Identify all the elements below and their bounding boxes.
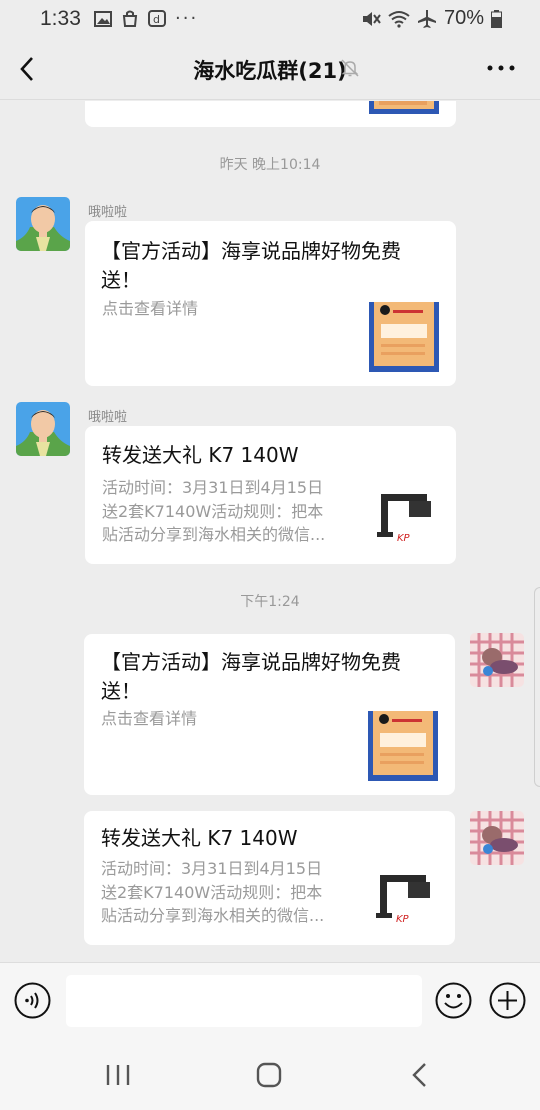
notification-icons: d ··· bbox=[94, 8, 198, 29]
recent-apps-icon bbox=[106, 1065, 130, 1085]
avatar[interactable] bbox=[16, 402, 70, 456]
d-app-icon: d bbox=[148, 10, 166, 27]
voice-button[interactable] bbox=[14, 982, 51, 1019]
message-card[interactable]: 【官方活动】海享说品牌好物免费 送！ 点击查看详情 bbox=[84, 634, 455, 795]
card-title: 【官方活动】海享说品牌好物免费 送！ bbox=[101, 239, 401, 292]
sender-name: 哦啦啦 bbox=[88, 410, 128, 425]
mute-status-icon bbox=[362, 11, 381, 26]
nav-back-button[interactable] bbox=[408, 1061, 432, 1093]
more-button[interactable] bbox=[486, 58, 516, 78]
card-description: 活动时间：3月31日到4月15日 送2套K7140W活动规则：把本 贴活动分享到… bbox=[101, 859, 325, 925]
my-avatar[interactable] bbox=[470, 633, 524, 687]
card-thumbnail bbox=[369, 302, 439, 372]
system-icons: 70% bbox=[361, 7, 502, 30]
bag-icon bbox=[122, 10, 138, 27]
svg-text:d: d bbox=[153, 13, 160, 26]
avatar[interactable] bbox=[16, 197, 70, 251]
timestamp: 昨天 晚上10:14 bbox=[219, 157, 321, 173]
card-thumbnail bbox=[369, 101, 439, 114]
emoji-button[interactable] bbox=[435, 982, 472, 1019]
battery-level: 70% bbox=[443, 7, 484, 29]
home-button[interactable] bbox=[255, 1061, 283, 1093]
card-description: 点击查看详情 bbox=[102, 299, 199, 318]
scroll-indicator[interactable] bbox=[534, 587, 540, 787]
message-card[interactable]: 转发送大礼 K7 140W 活动时间：3月31日到4月15日 送2套K7140W… bbox=[84, 811, 455, 945]
card-title: 转发送大礼 K7 140W bbox=[102, 443, 299, 467]
bell-off-icon bbox=[341, 59, 359, 77]
product-thumbnail: KP bbox=[369, 484, 439, 554]
chat-header: 海水吃瓜群(21) bbox=[0, 38, 540, 100]
recent-apps-button[interactable] bbox=[105, 1061, 131, 1093]
my-avatar[interactable] bbox=[470, 811, 524, 865]
message-card-partial[interactable] bbox=[85, 101, 456, 127]
card-description: 点击查看详情 bbox=[101, 709, 198, 728]
svg-text:KP: KP bbox=[396, 914, 410, 925]
nav-back-icon bbox=[412, 1063, 426, 1087]
more-notifications-icon: ··· bbox=[175, 8, 199, 29]
message-list[interactable]: 昨天 晚上10:14 哦啦啦 【官方活动】海享说品牌好物免费 送！ 点击查看详情… bbox=[0, 101, 540, 961]
product-thumbnail: KP bbox=[368, 865, 438, 935]
plus-button[interactable] bbox=[489, 982, 526, 1019]
input-bar bbox=[0, 962, 540, 1039]
status-time: 1:33 bbox=[40, 7, 81, 30]
system-nav-bar bbox=[0, 1039, 540, 1110]
plus-icon bbox=[489, 982, 526, 1019]
card-title: 转发送大礼 K7 140W bbox=[101, 826, 298, 850]
airplane-icon bbox=[417, 9, 436, 28]
message-card[interactable]: 【官方活动】海享说品牌好物免费 送！ 点击查看详情 bbox=[85, 221, 456, 386]
more-dots-icon bbox=[487, 65, 515, 71]
card-description: 活动时间：3月31日到4月15日 送2套K7140W活动规则：把本 贴活动分享到… bbox=[102, 478, 326, 544]
emoji-icon bbox=[435, 982, 472, 1019]
card-thumbnail bbox=[368, 711, 438, 781]
wifi-icon bbox=[388, 10, 410, 28]
svg-text:KP: KP bbox=[397, 533, 411, 544]
home-icon bbox=[256, 1062, 282, 1088]
chat-title: 海水吃瓜群(21) bbox=[193, 59, 347, 83]
message-input[interactable] bbox=[66, 975, 422, 1027]
timestamp: 下午1:24 bbox=[240, 594, 300, 610]
card-title: 【官方活动】海享说品牌好物免费 送！ bbox=[101, 650, 401, 703]
status-bar: 1:33 d ··· 70% bbox=[0, 0, 540, 38]
voice-icon bbox=[14, 982, 51, 1019]
message-card[interactable]: 转发送大礼 K7 140W 活动时间：3月31日到4月15日 送2套K7140W… bbox=[85, 426, 456, 564]
gallery-icon bbox=[94, 10, 112, 27]
sender-name: 哦啦啦 bbox=[88, 205, 128, 220]
battery-icon bbox=[491, 9, 502, 28]
